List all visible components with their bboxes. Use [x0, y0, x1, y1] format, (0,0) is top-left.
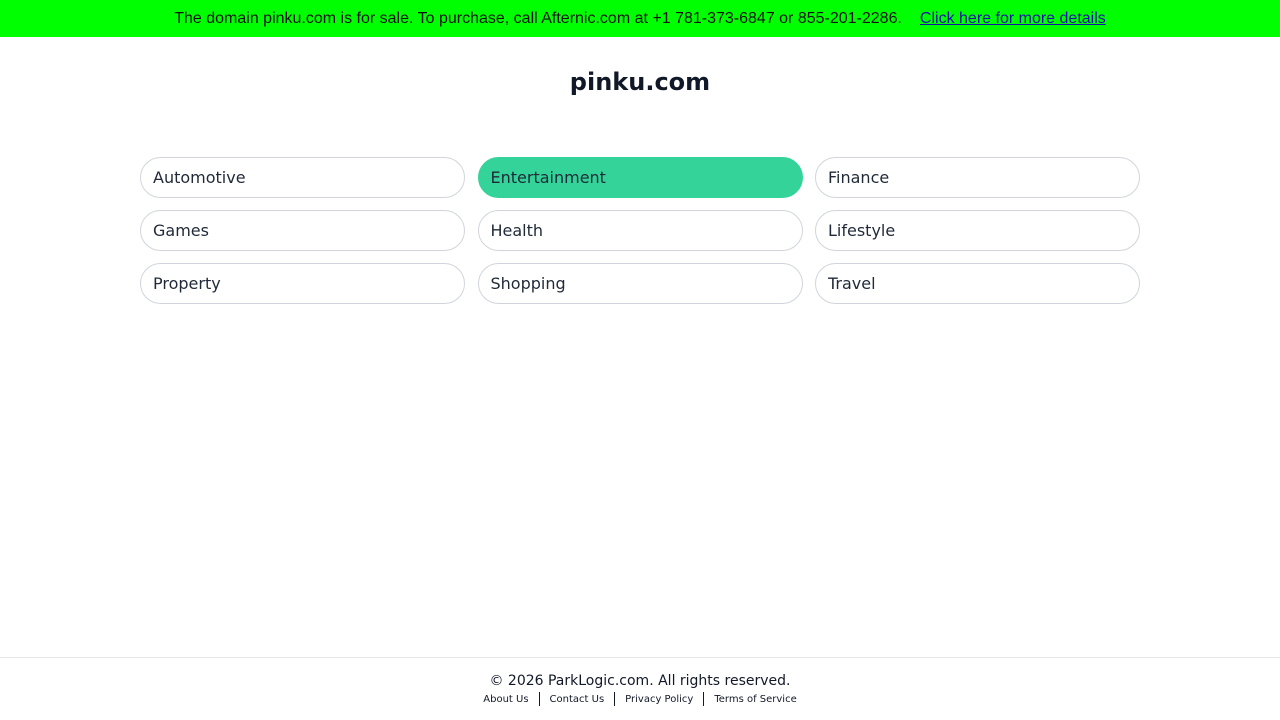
category-property[interactable]: Property: [140, 263, 465, 304]
category-grid: Automotive Entertainment Finance Games H…: [140, 157, 1140, 304]
category-health[interactable]: Health: [477, 210, 803, 251]
footer: © 2026 ParkLogic.com. All rights reserve…: [0, 657, 1280, 720]
category-lifestyle[interactable]: Lifestyle: [815, 210, 1140, 251]
more-details-link[interactable]: Click here for more details: [920, 10, 1106, 28]
category-automotive[interactable]: Automotive: [140, 157, 465, 198]
copyright-text: © 2026 ParkLogic.com. All rights reserve…: [489, 673, 791, 689]
contact-us-link[interactable]: Contact Us: [540, 694, 615, 705]
category-entertainment[interactable]: Entertainment: [477, 157, 803, 198]
page-title: pinku.com: [569, 68, 711, 96]
terms-of-service-link[interactable]: Terms of Service: [704, 694, 806, 705]
sale-banner: The domain pinku.com is for sale. To pur…: [0, 0, 1280, 37]
about-us-link[interactable]: About Us: [473, 694, 538, 705]
sale-banner-text: The domain pinku.com is for sale. To pur…: [174, 9, 902, 27]
category-travel[interactable]: Travel: [815, 263, 1140, 304]
category-finance[interactable]: Finance: [815, 157, 1140, 198]
category-shopping[interactable]: Shopping: [477, 263, 803, 304]
privacy-policy-link[interactable]: Privacy Policy: [615, 694, 703, 705]
category-games[interactable]: Games: [140, 210, 465, 251]
footer-links: About Us Contact Us Privacy Policy Terms…: [0, 692, 1280, 706]
